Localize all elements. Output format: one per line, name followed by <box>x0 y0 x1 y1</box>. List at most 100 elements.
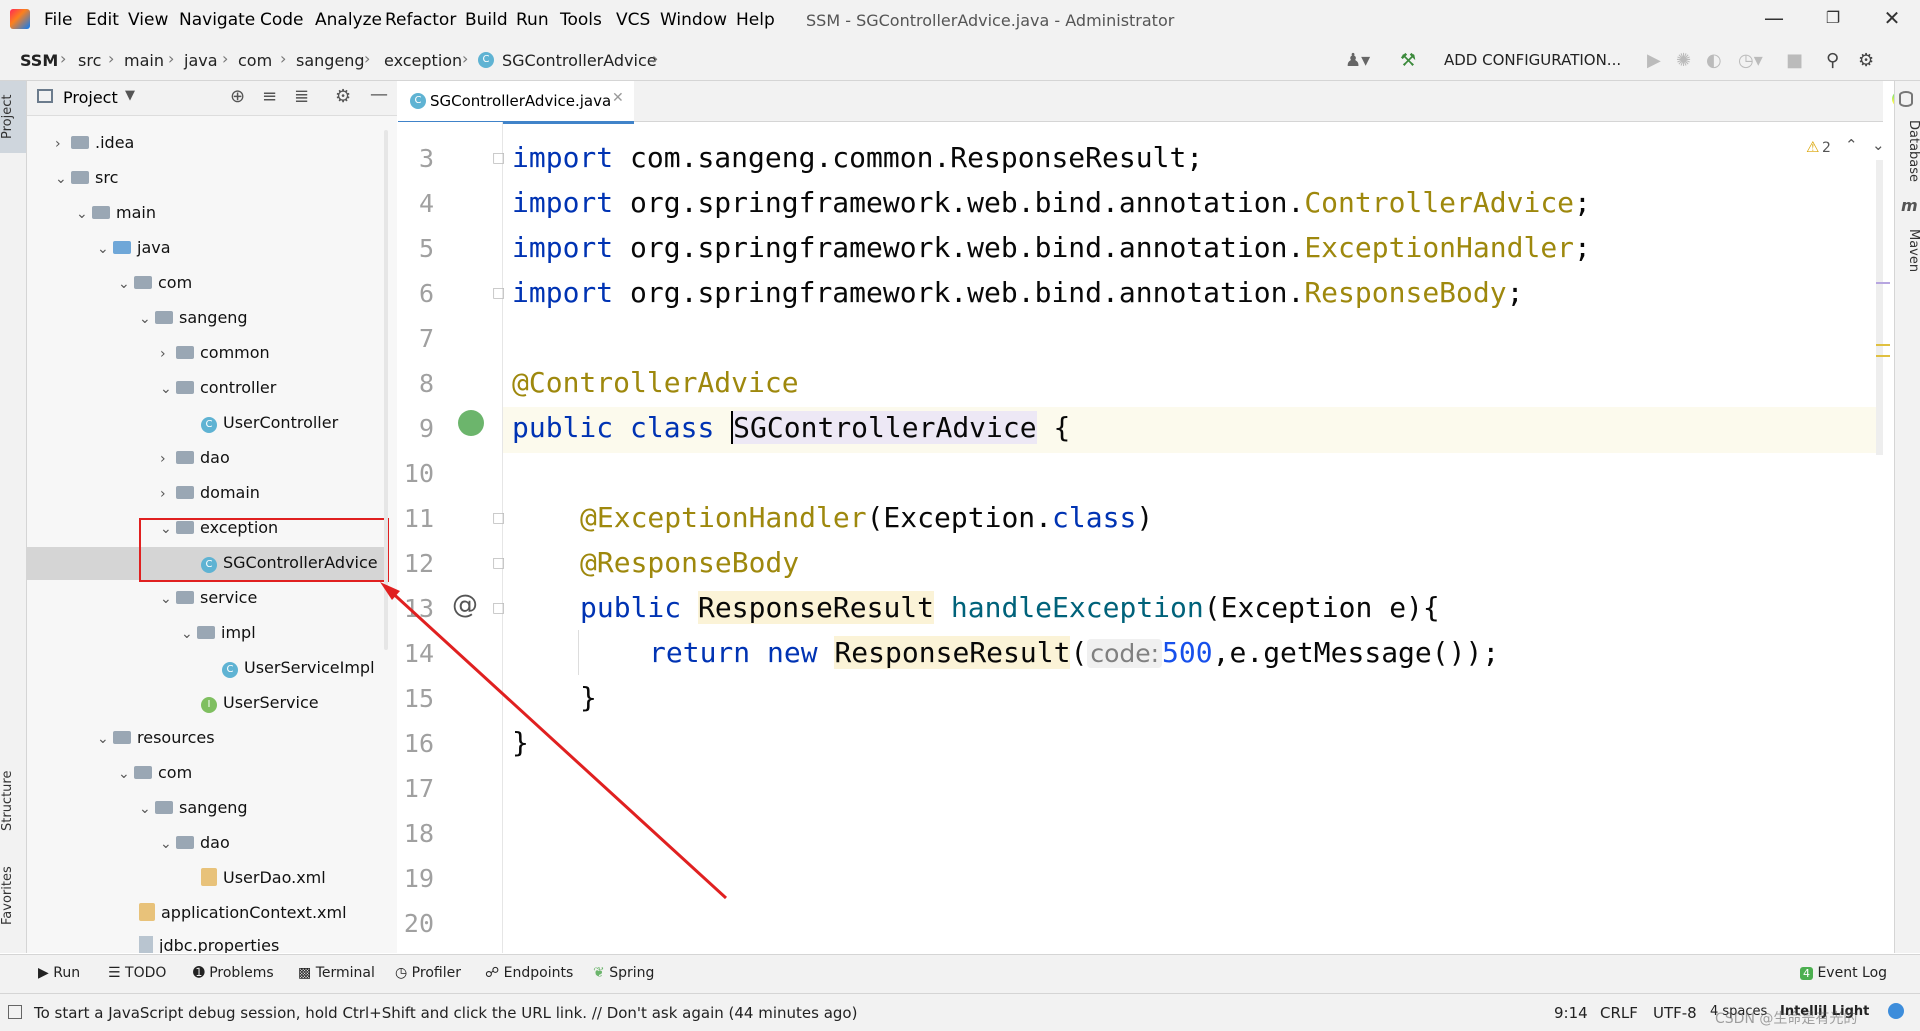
menu-vcs[interactable]: VCS <box>616 10 650 30</box>
restore-icon[interactable]: ❐ <box>1821 6 1845 30</box>
chevron-down-icon[interactable]: ⌄ <box>76 199 92 229</box>
code-line-5[interactable]: import org.springframework.web.bind.anno… <box>512 231 1591 264</box>
chevron-right-icon[interactable]: › <box>160 479 176 509</box>
chevron-down-icon[interactable]: ▼ <box>125 88 135 103</box>
code-line-8[interactable]: @ControllerAdvice <box>512 366 799 399</box>
user-icon[interactable]: ♟▾ <box>1345 50 1370 71</box>
spring-bean-gutter-icon[interactable] <box>458 410 484 436</box>
locate-target-icon[interactable]: ⊕ <box>230 86 245 107</box>
chevron-down-icon[interactable]: ⌄ <box>97 234 113 264</box>
editor-scrollbar[interactable] <box>1876 160 1883 455</box>
chevron-down-icon[interactable]: ⌄ <box>1872 136 1885 154</box>
status-message[interactable]: To start a JavaScript debug session, hol… <box>34 1004 857 1022</box>
tree-item-userservice[interactable]: I UserService <box>201 688 319 718</box>
breadcrumb-java[interactable]: java <box>184 51 218 70</box>
tab-maven[interactable]: Maven <box>1895 221 1920 281</box>
chevron-down-icon[interactable]: ⌄ <box>160 829 176 859</box>
tool-endpoints[interactable]: ☍ Endpoints <box>485 965 573 981</box>
menu-code[interactable]: Code <box>260 10 304 30</box>
tool-event-log[interactable]: 4 Event Log <box>1800 965 1887 981</box>
breadcrumb-src[interactable]: src <box>78 51 101 70</box>
menu-file[interactable]: File <box>44 10 72 30</box>
tree-item-domain[interactable]: › domain <box>160 478 260 508</box>
code-line-15[interactable]: } <box>580 681 597 714</box>
chevron-down-icon[interactable]: ⌄ <box>97 724 113 754</box>
search-icon[interactable]: ⚲ <box>1826 50 1839 71</box>
menu-build[interactable]: Build <box>465 10 508 30</box>
profile-icon[interactable]: ◷▾ <box>1738 50 1763 71</box>
tool-spring[interactable]: ❦ Spring <box>593 965 654 981</box>
tree-item-resources[interactable]: ⌄ resources <box>97 723 215 753</box>
tab-sgcontrolleradvice[interactable]: C SGControllerAdvice.java ✕ <box>398 81 634 124</box>
tab-project[interactable]: Project <box>0 87 26 147</box>
chevron-right-icon[interactable]: › <box>55 129 71 159</box>
notification-icon[interactable] <box>1888 1003 1904 1019</box>
chevron-up-icon[interactable]: ⌃ <box>1845 136 1858 154</box>
menu-help[interactable]: Help <box>736 10 775 30</box>
add-configuration-button[interactable]: ADD CONFIGURATION... <box>1444 51 1621 69</box>
tool-terminal[interactable]: ▩ Terminal <box>298 965 375 981</box>
fold-icon[interactable]: □ <box>492 285 505 301</box>
fold-icon[interactable]: □ <box>492 600 505 616</box>
caret-position[interactable]: 9:14 <box>1554 1004 1588 1022</box>
menu-navigate[interactable]: Navigate <box>179 10 255 30</box>
chevron-down-icon[interactable]: ⌄ <box>139 304 155 334</box>
breadcrumb-sangeng[interactable]: sangeng <box>296 51 365 70</box>
menu-analyze[interactable]: Analyze <box>315 10 382 30</box>
at-gutter-icon[interactable]: @ <box>452 590 478 620</box>
expand-all-icon[interactable]: ≡ <box>262 86 277 107</box>
tree-item-usercontroller[interactable]: C UserController <box>201 408 338 438</box>
menu-view[interactable]: View <box>128 10 168 30</box>
code-line-16[interactable]: } <box>512 726 529 759</box>
chevron-down-icon[interactable]: ⌄ <box>160 374 176 404</box>
code-line-14[interactable]: return new ResponseResult(code: 500,e.get… <box>649 636 1499 669</box>
coverage-icon[interactable]: ◐ <box>1706 50 1722 71</box>
menu-tools[interactable]: Tools <box>560 10 602 30</box>
chevron-down-icon[interactable]: ⌄ <box>160 584 176 614</box>
minimize-icon[interactable]: — <box>1762 6 1786 30</box>
tab-database[interactable]: Database <box>1895 111 1920 191</box>
tree-item-sangeng[interactable]: ⌄ sangeng <box>139 793 248 823</box>
tree-item-idea[interactable]: › .idea <box>55 128 134 158</box>
menu-run[interactable]: Run <box>516 10 549 30</box>
code-line-11[interactable]: @ExceptionHandler(Exception.class) <box>580 501 1153 534</box>
chevron-down-icon[interactable]: ⌄ <box>55 164 71 194</box>
breadcrumb-com[interactable]: com <box>238 51 272 70</box>
code-line-9[interactable]: public class SGControllerAdvice { <box>512 411 1070 444</box>
tool-profiler[interactable]: ◷ Profiler <box>395 965 461 981</box>
code-line-6[interactable]: import org.springframework.web.bind.anno… <box>512 276 1523 309</box>
tab-favorites[interactable]: Favorites <box>0 861 26 931</box>
tool-run[interactable]: ▶ Run <box>38 965 80 981</box>
tree-item-sangeng[interactable]: ⌄ sangeng <box>139 303 248 333</box>
breadcrumb-class[interactable]: SGControllerAdvice <box>502 51 657 70</box>
tree-item-com[interactable]: ⌄ com <box>118 268 192 298</box>
chevron-down-icon[interactable]: ⌄ <box>118 759 134 789</box>
tree-item-dao[interactable]: › dao <box>160 443 230 473</box>
tree-item-controller[interactable]: ⌄ controller <box>160 373 276 403</box>
tool-windows-icon[interactable] <box>8 1005 22 1019</box>
menu-window[interactable]: Window <box>660 10 727 30</box>
tab-structure[interactable]: Structure <box>0 761 26 841</box>
settings-gear-icon[interactable]: ⚙ <box>335 86 351 107</box>
code-line-13[interactable]: public ResponseResult handleException(Ex… <box>580 591 1440 624</box>
file-encoding[interactable]: UTF-8 <box>1653 1004 1697 1022</box>
tree-item-impl[interactable]: ⌄ impl <box>181 618 256 648</box>
run-icon[interactable]: ▶ <box>1647 50 1661 71</box>
tree-item-dao[interactable]: ⌄ dao <box>160 828 230 858</box>
fold-icon[interactable]: □ <box>492 555 505 571</box>
project-view-dropdown[interactable]: Project <box>63 88 118 107</box>
chevron-down-icon[interactable]: ⌄ <box>118 269 134 299</box>
tree-item-common[interactable]: › common <box>160 338 270 368</box>
tree-item-userdao-xml[interactable]: UserDao.xml <box>201 863 326 893</box>
collapse-all-icon[interactable]: ≣ <box>294 86 309 107</box>
chevron-right-icon[interactable]: › <box>160 339 176 369</box>
tree-item-applicationcontext-xml[interactable]: applicationContext.xml <box>139 898 347 928</box>
stop-icon[interactable]: ■ <box>1786 50 1803 71</box>
warning-icon[interactable]: ⚠ <box>1806 138 1819 156</box>
tree-item-userserviceimpl[interactable]: C UserServiceImpl <box>222 653 375 683</box>
chevron-right-icon[interactable]: › <box>160 444 176 474</box>
menu-edit[interactable]: Edit <box>86 10 119 30</box>
fold-icon[interactable]: □ <box>492 510 505 526</box>
close-tab-icon[interactable]: ✕ <box>612 90 624 106</box>
fold-icon[interactable]: □ <box>492 150 505 166</box>
